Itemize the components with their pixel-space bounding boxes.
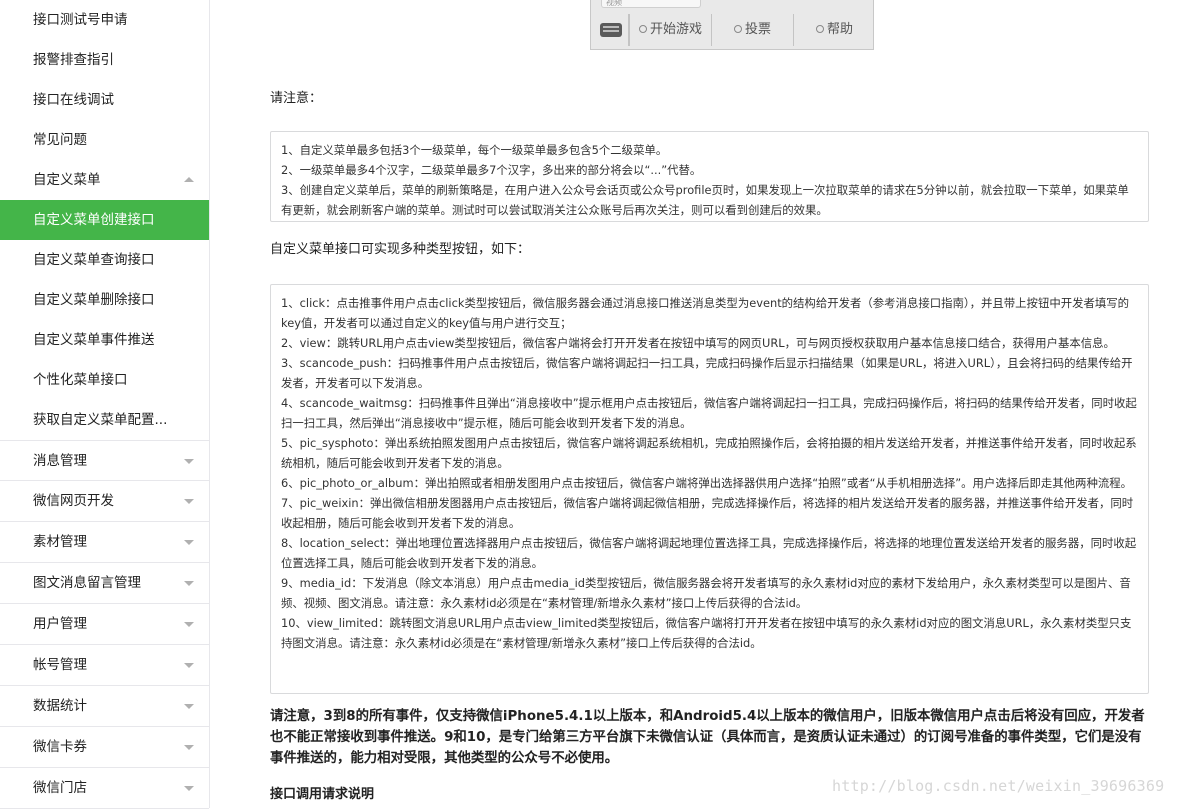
keyboard-icon	[594, 14, 629, 46]
sidebar-item-label: 微信卡券	[33, 739, 87, 755]
button-type-item: 8、location_select：弹出地理位置选择器用户点击按钮后，微信客户端…	[281, 536, 1137, 570]
sidebar-item-label: 微信门店	[33, 780, 87, 796]
chevron-down-icon	[184, 786, 194, 791]
sidebar-section[interactable]: 自定义菜单	[0, 160, 209, 200]
sidebar-item-label: 报警排查指引	[33, 52, 114, 68]
sidebar-group[interactable]: 图文消息留言管理	[0, 563, 209, 604]
rule-item: 2、一级菜单最多4个汉字，二级菜单最多7个汉字，多出来的部分将会以“...”代替…	[281, 163, 702, 177]
sidebar-item-label: 自定义菜单	[33, 172, 101, 188]
phone-menu-preview: 视频 开始游戏 投票 帮助	[590, 0, 874, 50]
chevron-up-icon	[184, 177, 194, 182]
sidebar-item-label: 数据统计	[33, 698, 87, 714]
menu-button-start-game: 开始游戏	[629, 14, 711, 46]
sidebar-item-label: 帐号管理	[33, 657, 87, 673]
sidebar-item-label: 自定义菜单事件推送	[33, 332, 155, 348]
notice-label: 请注意：	[270, 91, 323, 106]
chevron-down-icon	[184, 663, 194, 668]
sidebar-item-label: 自定义菜单创建接口	[33, 212, 155, 228]
sidebar-item-label: 常见问题	[33, 132, 87, 148]
chevron-down-icon	[184, 622, 194, 627]
rules-box: 1、自定义菜单最多包括3个一级菜单，每个一级菜单最多包含5个二级菜单。 2、一级…	[270, 131, 1149, 222]
chevron-down-icon	[184, 540, 194, 545]
sidebar-group[interactable]: 帐号管理	[0, 645, 209, 686]
request-section-heading: 接口调用请求说明	[270, 787, 375, 802]
chevron-down-icon	[184, 458, 194, 464]
sidebar-item-active[interactable]: 自定义菜单创建接口	[0, 200, 209, 240]
button-types-label: 自定义菜单接口可实现多种类型按钮，如下：	[270, 242, 531, 257]
sidebar-group[interactable]: 微信卡券	[0, 727, 209, 768]
button-type-item: 7、pic_weixin：弹出微信相册发图器用户点击按钮后，微信客户端将调起微信…	[281, 496, 1134, 530]
sidebar-group[interactable]: 消息管理	[0, 440, 209, 481]
sidebar-item-label: 消息管理	[33, 453, 87, 469]
sidebar-item[interactable]: 常见问题	[0, 120, 209, 160]
sidebar-group[interactable]: 用户管理	[0, 604, 209, 645]
button-type-item: 5、pic_sysphoto：弹出系统拍照发图用户点击按钮后，微信客户端将调起系…	[281, 436, 1137, 470]
button-types-box: 1、click：点击推事件用户点击click类型按钮后，微信服务器会通过消息接口…	[270, 284, 1149, 694]
chat-input-strip: 视频	[601, 0, 701, 8]
sidebar-item[interactable]: 获取自定义菜单配置...	[0, 400, 209, 440]
sidebar-item-label: 图文消息留言管理	[33, 575, 141, 591]
sidebar-item[interactable]: 接口在线调试	[0, 80, 209, 120]
compatibility-warning: 请注意，3到8的所有事件，仅支持微信iPhone5.4.1以上版本，和Andro…	[270, 709, 1145, 766]
sidebar-item-label: 自定义菜单删除接口	[33, 292, 155, 308]
menu-button-help: 帮助	[793, 14, 875, 46]
watermark: http://blog.csdn.net/weixin_39696369	[832, 777, 1165, 795]
sidebar-group[interactable]: 素材管理	[0, 522, 209, 563]
sidebar-item-label: 用户管理	[33, 616, 87, 632]
chevron-down-icon	[184, 581, 194, 586]
sidebar-item[interactable]: 报警排查指引	[0, 40, 209, 80]
sidebar-group[interactable]: 数据统计	[0, 686, 209, 727]
sidebar-item[interactable]: 自定义菜单事件推送	[0, 320, 209, 360]
button-type-item: 2、view：跳转URL用户点击view类型按钮后，微信客户端将会打开开发者在按…	[281, 336, 1115, 350]
sidebar: 接口测试号申请 报警排查指引 接口在线调试 常见问题自定义菜单自定义菜单创建接口 自定义…	[0, 0, 210, 809]
sidebar-item[interactable]: 个性化菜单接口	[0, 360, 209, 400]
sidebar-item[interactable]: 自定义菜单查询接口	[0, 240, 209, 280]
button-type-item: 10、view_limited：跳转图文消息URL用户点击view_limite…	[281, 616, 1132, 650]
button-type-item: 1、click：点击推事件用户点击click类型按钮后，微信服务器会通过消息接口…	[281, 296, 1130, 330]
rule-item: 3、创建自定义菜单后，菜单的刷新策略是，在用户进入公众号会话页或公众号profi…	[281, 183, 1129, 217]
sidebar-item[interactable]: 接口测试号申请	[0, 0, 209, 40]
button-type-item: 3、scancode_push：扫码推事件用户点击按钮后，微信客户端将调起扫一扫…	[281, 356, 1133, 390]
sidebar-item-label: 接口在线调试	[33, 92, 114, 108]
sidebar-item-label: 自定义菜单查询接口	[33, 252, 155, 268]
button-type-item: 4、scancode_waitmsg：扫码推事件且弹出“消息接收中”提示框用户点…	[281, 396, 1137, 430]
chevron-down-icon	[184, 704, 194, 709]
menu-button-vote: 投票	[711, 14, 793, 46]
sidebar-item-label: 个性化菜单接口	[33, 372, 128, 388]
chevron-down-icon	[184, 745, 194, 750]
sidebar-item[interactable]: 自定义菜单删除接口	[0, 280, 209, 320]
chevron-down-icon	[184, 499, 194, 504]
button-type-item: 9、media_id：下发消息（除文本消息）用户点击media_id类型按钮后，…	[281, 576, 1131, 610]
button-type-item: 6、pic_photo_or_album：弹出拍照或者相册发图用户点击按钮后，微…	[281, 476, 1133, 490]
rule-item: 1、自定义菜单最多包括3个一级菜单，每个一级菜单最多包含5个二级菜单。	[281, 143, 668, 157]
sidebar-group[interactable]: 微信门店	[0, 768, 209, 809]
sidebar-group[interactable]: 微信网页开发	[0, 481, 209, 522]
sidebar-item-label: 接口测试号申请	[33, 12, 128, 28]
sidebar-item-label: 微信网页开发	[33, 493, 114, 509]
sidebar-item-label: 获取自定义菜单配置...	[33, 412, 168, 428]
sidebar-item-label: 素材管理	[33, 534, 87, 550]
